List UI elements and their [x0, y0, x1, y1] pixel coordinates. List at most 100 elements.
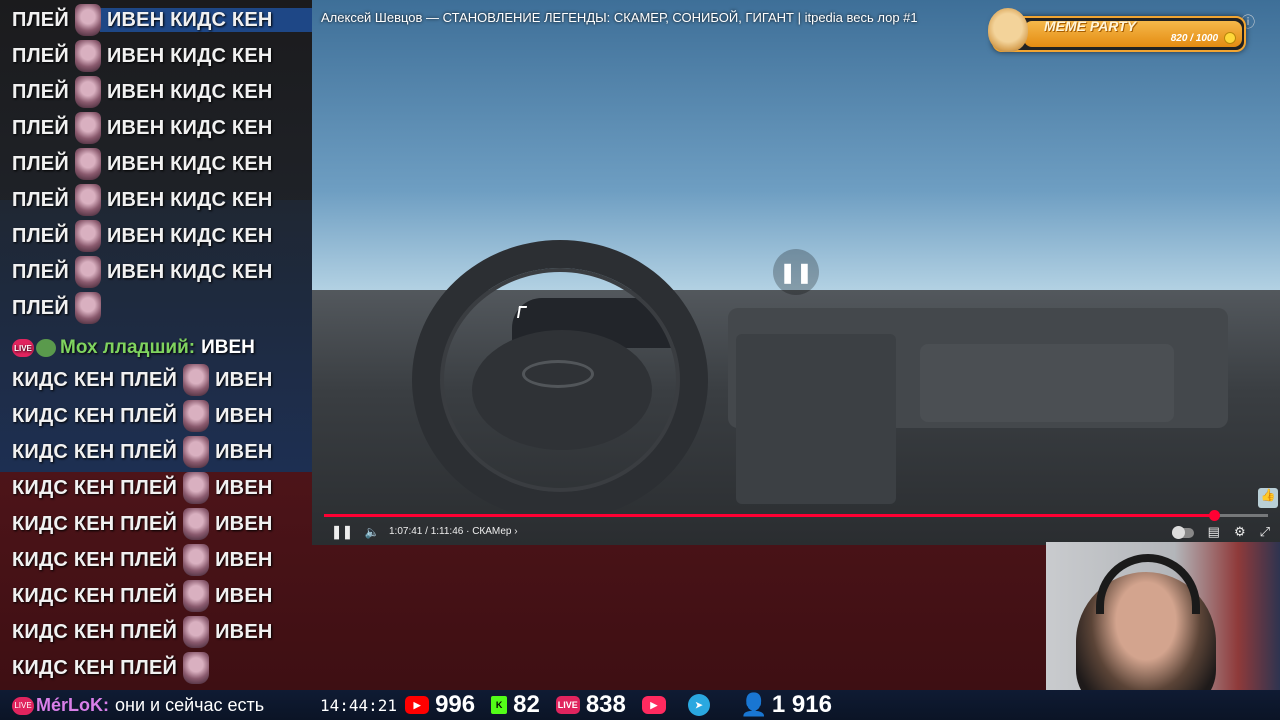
exit-fullscreen-icon[interactable]: ⤢	[1260, 524, 1270, 540]
emote-icon	[183, 652, 210, 684]
chat-text: ИВЕН	[215, 584, 273, 607]
video-player[interactable]: Алексей Шевцов — СТАНОВЛЕНИЕ ЛЕГЕНДЫ: СК…	[312, 0, 1280, 545]
chat-panel: ПЛЕЙ ИВЕН КИДС КЕН ПЛЕЙ ИВЕН КИДС КЕН ПЛЕЙ ИВ…	[0, 0, 312, 690]
vk-live-icon: LIVE	[555, 696, 580, 714]
chat-line: КИДС КЕН ПЛЕЙ	[12, 650, 221, 686]
player-controls: ❚❚ 🔈 1:07:41 / 1:11:46 · СКАМер › ▤ ⚙ ⤢	[312, 518, 1280, 545]
chat-line: КИДС КЕН ПЛЕЙ ИВЕН	[12, 470, 279, 506]
autoplay-toggle[interactable]	[1171, 526, 1194, 539]
platform-stats: 14:44:21 ▶ 996 K 82 LIVE 838 ▶ ➤ 👤 1 916	[320, 690, 848, 720]
emote-icon	[183, 580, 210, 612]
emote-icon	[74, 220, 101, 252]
chat-line: ПЛЕЙ ИВЕН КИДС КЕН	[12, 38, 279, 74]
webcam-feed	[1046, 542, 1280, 690]
kick-viewers: K 82	[491, 691, 540, 719]
total-viewers-count: 1 916	[771, 691, 832, 718]
chat-text: КИДС КЕН ПЛЕЙ	[12, 440, 178, 463]
chat-line: КИДС КЕН ПЛЕЙ ИВЕН	[12, 578, 279, 614]
pause-icon[interactable]: ❚❚	[331, 522, 353, 542]
pepe-badge-icon	[36, 339, 56, 357]
headset-icon	[1096, 554, 1200, 614]
chat-nick: MérLoK:	[36, 695, 109, 715]
emote-icon	[183, 508, 210, 540]
chat-text: ПЛЕЙ	[12, 152, 69, 175]
telegram-stat: ➤	[687, 694, 726, 716]
emote-icon	[74, 112, 101, 144]
chat-line: КИДС КЕН ПЛЕЙ ИВЕН	[12, 506, 279, 542]
youtube-viewers: ▶ 996	[405, 691, 475, 719]
kick-icon: K	[491, 696, 508, 714]
video-frame-wheel-hub	[472, 330, 652, 450]
chat-text: ИВЕН	[215, 620, 273, 643]
chat-text: ИВЕН КИДС КЕН	[106, 224, 273, 247]
telegram-icon: ➤	[687, 694, 710, 716]
progress-bar[interactable]	[324, 510, 1268, 521]
chat-text: ИВЕН	[215, 476, 273, 499]
video-frame-wheel-logo	[522, 360, 594, 388]
chat-text: ИВЕН	[215, 512, 273, 535]
youtube-count: 996	[435, 691, 476, 718]
emote-icon	[183, 436, 210, 468]
chat-text: КИДС КЕН ПЛЕЙ	[12, 368, 178, 391]
chat-text: ИВЕН КИДС КЕН	[106, 44, 273, 67]
chat-line: КИДС КЕН ПЛЕЙ ИВЕН	[12, 542, 279, 578]
meme-party-title: MEME PARTY	[1044, 18, 1137, 34]
rutube-icon: ▶	[641, 696, 666, 714]
kick-count: 82	[513, 691, 540, 718]
chat-text: ИВЕН	[215, 440, 273, 463]
emote-icon	[74, 256, 101, 288]
chat-text: они и сейчас есть	[115, 695, 265, 715]
chat-text: КИДС КЕН ПЛЕЙ	[12, 548, 178, 571]
chat-text: ИВЕН КИДС КЕН	[106, 8, 273, 31]
settings-gear-icon[interactable]: ⚙	[1234, 524, 1246, 540]
chat-username: Мох лладший:	[60, 337, 196, 358]
emote-icon	[183, 616, 210, 648]
chat-text: ПЛЕЙ	[12, 8, 69, 31]
chat-line: ПЛЕЙ ИВЕН КИДС КЕН	[12, 182, 279, 218]
chat-text: ИВЕН КИДС КЕН	[106, 152, 273, 175]
right-controls: ▤ ⚙ ⤢	[1171, 524, 1270, 540]
chat-text: ПЛЕЙ	[12, 80, 69, 103]
chat-text: ПЛЕЙ	[12, 44, 69, 67]
chat-text: ИВЕН КИДС КЕН	[106, 260, 273, 283]
chat-text: ИВЕН	[215, 548, 273, 571]
chat-line: ПЛЕЙ ИВЕН КИДС КЕН	[12, 146, 279, 182]
emote-icon	[183, 472, 210, 504]
rutube-stat: ▶	[641, 696, 672, 714]
chat-line: ПЛЕЙ	[12, 290, 113, 326]
chat-user-message: LIVE Мох лладший: ИВЕН	[12, 334, 255, 362]
chat-line: ПЛЕЙ ИВЕН КИДС КЕН	[12, 218, 279, 254]
subtitles-icon[interactable]: ▤	[1208, 524, 1220, 540]
center-pause-icon[interactable]: ❚❚	[773, 249, 819, 295]
chat-text: ИВЕН	[215, 368, 273, 391]
emote-icon	[183, 544, 210, 576]
chat-text: ПЛЕЙ	[12, 296, 69, 319]
emote-icon	[183, 364, 210, 396]
youtube-icon: ▶	[405, 696, 430, 714]
emote-icon	[74, 292, 101, 324]
chat-text: ИВЕН	[201, 337, 255, 358]
chat-text: ИВЕН КИДС КЕН	[106, 116, 273, 139]
chat-text: ИВЕН КИДС КЕН	[106, 80, 273, 103]
chat-line: ПЛЕЙ ИВЕН КИДС КЕН	[12, 110, 279, 146]
live-badge-icon: LIVE	[12, 339, 34, 357]
thumbs-up-icon[interactable]: 👍	[1258, 488, 1278, 508]
chat-line: КИДС КЕН ПЛЕЙ ИВЕН	[12, 434, 279, 470]
time-display[interactable]: 1:07:41 / 1:11:46 · СКАМер ›	[389, 526, 518, 537]
meme-party-count: 820 / 1000	[1170, 33, 1218, 44]
chat-text: ПЛЕЙ	[12, 116, 69, 139]
chat-text: КИДС КЕН ПЛЕЙ	[12, 512, 178, 535]
chat-line: КИДС КЕН ПЛЕЙ ИВЕН	[12, 398, 279, 434]
chat-text: ПЛЕЙ	[12, 224, 69, 247]
chat-line: ПЛЕЙ ИВЕН КИДС КЕН	[12, 2, 279, 38]
chat-text: ПЛЕЙ	[12, 260, 69, 283]
bottom-status-bar: LIVE MérLoK: они и сейчас есть 14:44:21 …	[0, 690, 1280, 720]
chat-text: ПЛЕЙ	[12, 188, 69, 211]
vk-count: 838	[585, 691, 626, 718]
progress-fill	[324, 514, 1215, 517]
chat-text: КИДС КЕН ПЛЕЙ	[12, 404, 178, 427]
volume-icon[interactable]: 🔈	[362, 522, 382, 542]
video-title[interactable]: Алексей Шевцов — СТАНОВЛЕНИЕ ЛЕГЕНДЫ: СК…	[321, 10, 918, 25]
coin-icon	[1224, 32, 1236, 44]
total-viewers: 👤 1 916	[740, 691, 832, 719]
